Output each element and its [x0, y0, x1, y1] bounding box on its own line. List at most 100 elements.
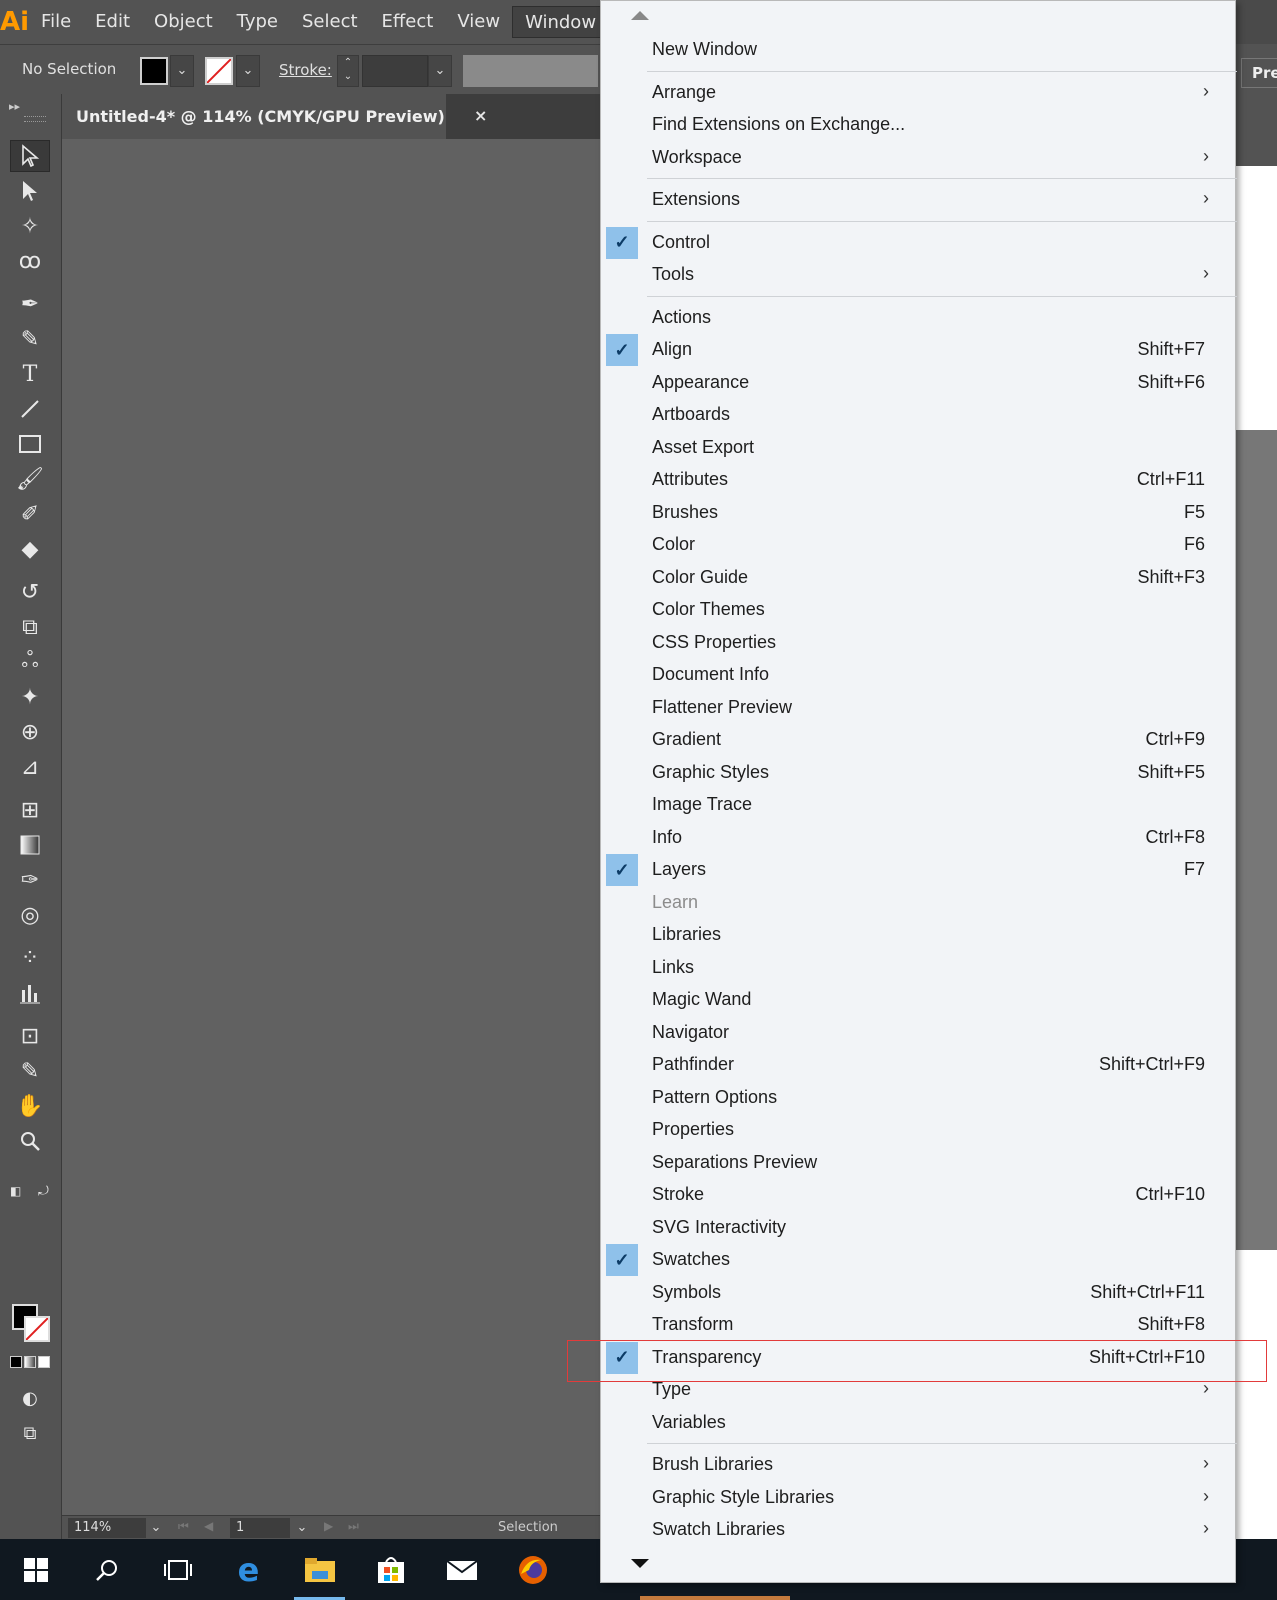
- menu-item-color-guide[interactable]: Color Guide Shift+F3: [601, 562, 1235, 594]
- menu-item-css-properties[interactable]: CSS Properties: [601, 627, 1235, 659]
- menu-item-color[interactable]: Color F6: [601, 529, 1235, 561]
- menu-select[interactable]: Select: [290, 6, 370, 38]
- menu-item-info[interactable]: Info Ctrl+F8: [601, 822, 1235, 854]
- menu-item-brush-libraries[interactable]: Brush Libraries ›: [601, 1449, 1235, 1481]
- stroke-weight-field[interactable]: [362, 55, 428, 87]
- menu-item-layers[interactable]: ✓ Layers F7: [601, 854, 1235, 886]
- previous-artboard-icon[interactable]: ◀: [204, 1519, 213, 1533]
- shape-builder-tool-icon[interactable]: ⊕: [10, 716, 50, 748]
- scale-tool-icon[interactable]: ⧉: [10, 611, 50, 643]
- blend-tool-icon[interactable]: ◎: [10, 899, 50, 931]
- canvas-area[interactable]: [62, 139, 600, 1515]
- menu-type[interactable]: Type: [225, 6, 290, 38]
- stroke-weight-stepper[interactable]: ⌃ ⌄: [337, 55, 359, 87]
- next-artboard-icon[interactable]: ▶: [324, 1519, 333, 1533]
- document-tab[interactable]: Untitled-4* @ 114% (CMYK/GPU Preview): [62, 94, 446, 139]
- color-mode-button[interactable]: [10, 1356, 22, 1368]
- menu-item-new-window[interactable]: New Window: [601, 34, 1235, 66]
- menu-item-variables[interactable]: Variables: [601, 1407, 1235, 1439]
- menu-object[interactable]: Object: [142, 6, 225, 38]
- slice-tool-icon[interactable]: ✎: [10, 1055, 50, 1087]
- menu-item-workspace[interactable]: Workspace ›: [601, 142, 1235, 174]
- gradient-mode-button[interactable]: [24, 1356, 36, 1368]
- windows-start-icon[interactable]: [0, 1539, 71, 1600]
- shaper-tool-icon[interactable]: ✐: [10, 498, 50, 530]
- menu-item-extensions[interactable]: Extensions ›: [601, 184, 1235, 216]
- menu-item-control[interactable]: ✓ Control: [601, 226, 1235, 259]
- menu-item-attributes[interactable]: Attributes Ctrl+F11: [601, 464, 1235, 496]
- preferences-button[interactable]: Pref: [1241, 58, 1277, 88]
- fill-dropdown[interactable]: ⌄: [170, 55, 194, 87]
- zoom-tool-icon[interactable]: [10, 1125, 50, 1157]
- rotate-tool-icon[interactable]: ↺: [10, 576, 50, 608]
- swap-colors-icon[interactable]: ⤾: [38, 1184, 49, 1199]
- hand-tool-icon[interactable]: ✋: [10, 1090, 50, 1122]
- panel-grip[interactable]: [24, 116, 46, 122]
- menu-item-align[interactable]: ✓ Align Shift+F7: [601, 334, 1235, 366]
- mesh-tool-icon[interactable]: ⊞: [10, 794, 50, 826]
- artboard-dropdown[interactable]: ⌄: [292, 1518, 312, 1538]
- menu-item-separations-preview[interactable]: Separations Preview: [601, 1147, 1235, 1179]
- perspective-grid-tool-icon[interactable]: ⊿: [10, 751, 50, 783]
- menu-file[interactable]: File: [29, 6, 83, 38]
- variable-width-profile[interactable]: [463, 55, 598, 87]
- line-segment-tool-icon[interactable]: [10, 393, 50, 425]
- first-artboard-icon[interactable]: ⏮: [178, 1519, 189, 1534]
- stroke-label[interactable]: Stroke:: [279, 61, 332, 79]
- file-explorer-icon[interactable]: [284, 1539, 355, 1600]
- menu-item-transform[interactable]: Transform Shift+F8: [601, 1309, 1235, 1341]
- menu-view[interactable]: View: [445, 6, 512, 38]
- edge-browser-icon[interactable]: e: [213, 1539, 284, 1600]
- menu-item-libraries[interactable]: Libraries: [601, 919, 1235, 951]
- menu-item-document-info[interactable]: Document Info: [601, 659, 1235, 691]
- close-tab-icon[interactable]: ×: [474, 106, 487, 125]
- rectangle-tool-icon[interactable]: [10, 428, 50, 460]
- symbol-sprayer-tool-icon[interactable]: ⁘: [10, 942, 50, 974]
- menu-item-find-extensions-on-exchange[interactable]: Find Extensions on Exchange...: [601, 109, 1235, 141]
- menu-item-pathfinder[interactable]: Pathfinder Shift+Ctrl+F9: [601, 1049, 1235, 1081]
- menu-item-svg-interactivity[interactable]: SVG Interactivity: [601, 1212, 1235, 1244]
- menu-item-flattener-preview[interactable]: Flattener Preview: [601, 692, 1235, 724]
- zoom-dropdown[interactable]: ⌄: [146, 1518, 166, 1538]
- firefox-icon[interactable]: [497, 1539, 568, 1600]
- menu-item-stroke[interactable]: Stroke Ctrl+F10: [601, 1179, 1235, 1211]
- menu-item-swatches[interactable]: ✓ Swatches: [601, 1244, 1235, 1276]
- stroke-color-swatch[interactable]: [205, 57, 233, 85]
- lasso-tool-icon[interactable]: ꝏ: [10, 245, 50, 277]
- menu-item-swatch-libraries[interactable]: Swatch Libraries ›: [601, 1514, 1235, 1546]
- stroke-weight-dropdown[interactable]: ⌄: [428, 55, 452, 87]
- zoom-field[interactable]: 114%: [68, 1518, 146, 1538]
- curvature-tool-icon[interactable]: ✎: [10, 323, 50, 355]
- menu-window[interactable]: Window: [512, 6, 610, 38]
- stroke-dropdown[interactable]: ⌄: [236, 55, 260, 87]
- menu-item-image-trace[interactable]: Image Trace: [601, 789, 1235, 821]
- default-colors-icon[interactable]: ◧: [10, 1184, 21, 1198]
- task-view-icon[interactable]: [142, 1539, 213, 1600]
- type-tool-icon[interactable]: T: [10, 358, 50, 390]
- menu-item-artboards[interactable]: Artboards: [601, 399, 1235, 431]
- menu-item-magic-wand[interactable]: Magic Wand: [601, 984, 1235, 1016]
- collapse-icon[interactable]: ▸▸: [9, 100, 20, 113]
- gradient-tool-icon[interactable]: [10, 829, 50, 861]
- eyedropper-tool-icon[interactable]: ✑: [10, 864, 50, 896]
- menu-item-brushes[interactable]: Brushes F5: [601, 497, 1235, 529]
- menu-item-symbols[interactable]: Symbols Shift+Ctrl+F11: [601, 1277, 1235, 1309]
- column-graph-tool-icon[interactable]: [10, 977, 50, 1009]
- direct-selection-tool-icon[interactable]: [10, 175, 50, 207]
- scroll-down-icon[interactable]: [631, 1559, 649, 1568]
- artboard-tool-icon[interactable]: ⊡: [10, 1020, 50, 1052]
- magic-wand-tool-icon[interactable]: ✧: [10, 210, 50, 242]
- menu-item-appearance[interactable]: Appearance Shift+F6: [601, 367, 1235, 399]
- menu-item-pattern-options[interactable]: Pattern Options: [601, 1082, 1235, 1114]
- menu-item-links[interactable]: Links: [601, 952, 1235, 984]
- fill-color-swatch[interactable]: [140, 57, 168, 85]
- screen-mode-icon[interactable]: ⧉: [10, 1417, 50, 1449]
- menu-item-graphic-styles[interactable]: Graphic Styles Shift+F5: [601, 757, 1235, 789]
- eraser-tool-icon[interactable]: ◆: [10, 533, 50, 565]
- menu-item-color-themes[interactable]: Color Themes: [601, 594, 1235, 626]
- menu-edit[interactable]: Edit: [83, 6, 142, 38]
- stroke-swatch[interactable]: [24, 1316, 50, 1342]
- menu-item-actions[interactable]: Actions: [601, 302, 1235, 334]
- menu-item-navigator[interactable]: Navigator: [601, 1017, 1235, 1049]
- paintbrush-tool-icon[interactable]: 🖌: [10, 463, 50, 495]
